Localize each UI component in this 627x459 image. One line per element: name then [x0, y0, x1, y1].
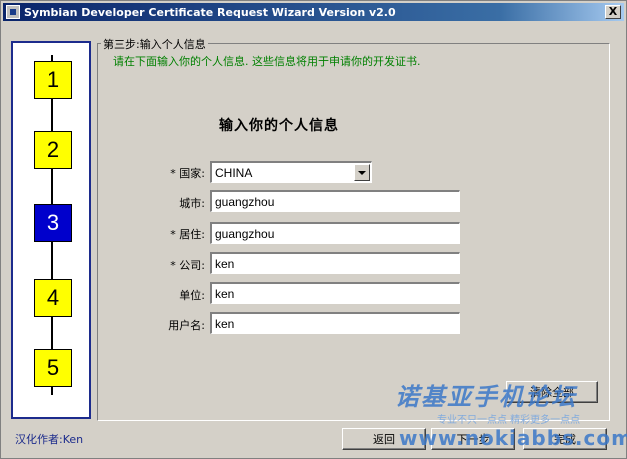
company-label: * 公司: [170, 259, 205, 272]
section-heading: 输入你的个人信息 [219, 118, 339, 134]
company-input[interactable]: ken [210, 252, 460, 274]
step-5-indicator: 5 [34, 349, 72, 387]
app-icon [6, 5, 20, 19]
unit-input[interactable]: ken [210, 282, 460, 304]
step-3-indicator: 3 [34, 204, 72, 242]
step-1-indicator: 1 [34, 61, 72, 99]
wizard-window: Symbian Developer Certificate Request Wi… [0, 0, 627, 459]
step-2-indicator: 2 [34, 131, 72, 169]
residence-input[interactable]: guangzhou [210, 222, 460, 244]
country-select[interactable]: CHINA [210, 161, 372, 183]
step-4-indicator: 4 [34, 279, 72, 317]
unit-label: 单位: [179, 289, 205, 302]
author-credit: 汉化作者:Ken [15, 433, 84, 446]
watermark-url: www.nokiabbs.com [399, 426, 627, 450]
country-label: * 国家: [170, 167, 205, 180]
country-select-value: CHINA [215, 166, 253, 180]
steps-panel: 1 2 3 4 5 [11, 41, 91, 419]
chevron-down-icon[interactable] [354, 164, 370, 181]
watermark-slogan: 专业不只一点点 精彩更多一点点 [437, 415, 581, 426]
group-title: 第三步:输入个人信息 [101, 36, 208, 52]
city-label: 城市: [179, 197, 205, 210]
username-input[interactable]: ken [210, 312, 460, 334]
city-input[interactable]: guangzhou [210, 190, 460, 212]
window-title: Symbian Developer Certificate Request Wi… [24, 5, 396, 19]
title-bar: Symbian Developer Certificate Request Wi… [3, 3, 624, 21]
username-label: 用户名: [168, 319, 205, 332]
group-subtitle: 请在下面输入你的个人信息. 这些信息将用于申请你的开发证书. [113, 55, 421, 68]
close-button[interactable]: X [605, 5, 621, 19]
residence-label: * 居住: [170, 228, 205, 241]
watermark-title: 诺基亚手机论坛 [395, 383, 577, 411]
